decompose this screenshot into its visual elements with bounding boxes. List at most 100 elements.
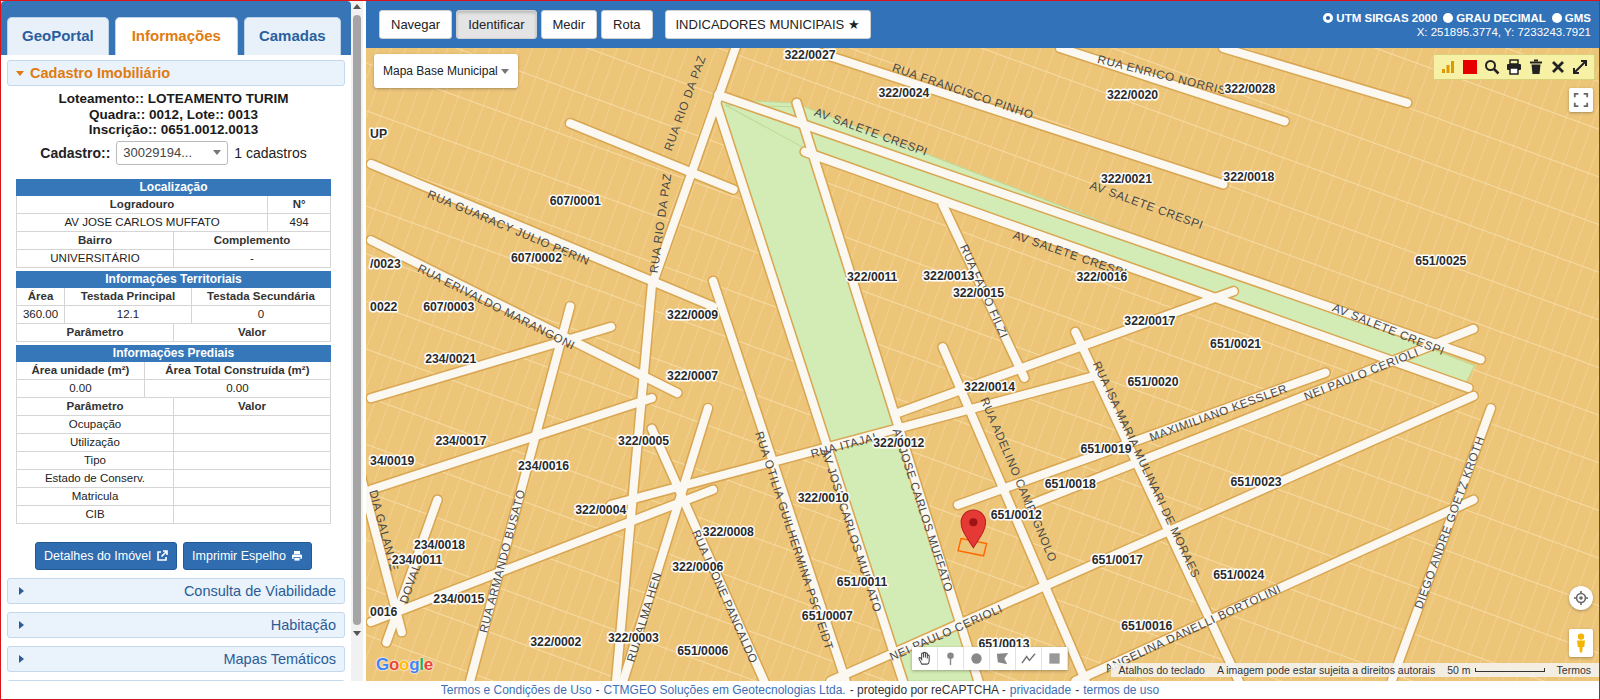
map-drawing[interactable]: RUA FRANCISCO PINHORUA ENRICO NORRISAV S… bbox=[366, 48, 1599, 681]
action-button[interactable]: Imprimir Espelho bbox=[183, 542, 312, 570]
scroll-down-icon[interactable] bbox=[353, 631, 361, 636]
tool-button[interactable]: Navegar bbox=[379, 10, 452, 39]
lot-label[interactable]: 322/0024 bbox=[878, 86, 929, 100]
indicators-button[interactable]: INDICADORES MUNICIPAIS ★ bbox=[665, 10, 871, 39]
coord-radio[interactable]: GRAU DECIMAL bbox=[1443, 12, 1545, 24]
polygon-tool[interactable] bbox=[990, 647, 1016, 670]
lot-label[interactable]: 322/0008 bbox=[703, 525, 754, 539]
close-icon[interactable] bbox=[1550, 59, 1566, 75]
lot-label[interactable]: 651/0024 bbox=[1213, 568, 1264, 582]
lot-label[interactable]: 651/0019 bbox=[1080, 442, 1131, 456]
lot-label[interactable]: 322/0017 bbox=[1124, 314, 1175, 328]
footer-link[interactable]: termos de uso bbox=[1083, 683, 1159, 697]
tool-button[interactable]: Medir bbox=[541, 10, 598, 39]
street-label: ANGELINA DANELLI BORTOLINI bbox=[1103, 582, 1283, 675]
lot-label[interactable]: 322/0005 bbox=[618, 434, 669, 448]
lot-label[interactable]: 651/0017 bbox=[1092, 553, 1143, 567]
lot-label[interactable]: 322/0007 bbox=[667, 369, 718, 383]
lot-label[interactable]: 322/0006 bbox=[672, 560, 723, 574]
lot-label[interactable]: 234/0021 bbox=[425, 352, 476, 366]
lot-label[interactable]: 651/0011 bbox=[837, 575, 888, 589]
lot-label[interactable]: 322/0013 bbox=[923, 269, 974, 283]
print-icon[interactable] bbox=[1506, 59, 1522, 75]
lot-label[interactable]: 651/0021 bbox=[1210, 337, 1261, 351]
lot-label[interactable]: 651/0006 bbox=[677, 644, 728, 658]
signal-icon[interactable] bbox=[1440, 59, 1456, 75]
line-tool[interactable] bbox=[1016, 647, 1042, 670]
lot-label[interactable]: 0016 bbox=[370, 605, 397, 619]
lot-label[interactable]: 651/0020 bbox=[1127, 375, 1178, 389]
lot-label[interactable]: 322/0015 bbox=[953, 286, 1004, 300]
action-button[interactable]: Detalhes do Imóvel bbox=[35, 542, 177, 570]
lot-label[interactable]: 0022 bbox=[370, 301, 397, 315]
lot-label[interactable]: 607/0001 bbox=[550, 194, 601, 208]
marker-tool[interactable] bbox=[938, 647, 964, 670]
accordion-header[interactable]: Consulta de Viabilidade bbox=[7, 578, 345, 604]
lot-label[interactable]: 234/0017 bbox=[435, 434, 486, 448]
lot-label[interactable]: 322/0014 bbox=[964, 380, 1015, 394]
scroll-up-icon[interactable] bbox=[353, 4, 361, 9]
lot-label[interactable]: 322/0012 bbox=[873, 436, 924, 450]
lot-label[interactable]: 234/0018 bbox=[414, 538, 465, 552]
coord-radio[interactable]: GMS bbox=[1552, 12, 1591, 24]
lot-label[interactable]: 322/0020 bbox=[1107, 88, 1158, 102]
rectangle-tool[interactable] bbox=[1042, 647, 1068, 670]
lot-label[interactable]: 234/0016 bbox=[518, 459, 569, 473]
panel-tab[interactable]: Camadas bbox=[244, 17, 341, 55]
lot-label[interactable]: 651/0023 bbox=[1231, 475, 1282, 489]
base-layer-select[interactable]: Mapa Base Municipal bbox=[374, 54, 518, 88]
location-pin-icon[interactable] bbox=[961, 510, 985, 548]
coord-radio[interactable]: UTM SIRGAS 2000 bbox=[1323, 12, 1437, 24]
cadastro-select[interactable]: 30029194... bbox=[116, 141, 228, 165]
tool-button[interactable]: Rota bbox=[601, 10, 652, 39]
lot-label[interactable]: 651/0018 bbox=[1045, 477, 1096, 491]
panel-tab[interactable]: Informações bbox=[115, 17, 238, 55]
terms-link[interactable]: Termos bbox=[1557, 664, 1591, 676]
footer-text: - bbox=[1075, 683, 1079, 697]
circle-tool[interactable] bbox=[964, 647, 990, 670]
color-square-icon[interactable] bbox=[1462, 59, 1478, 75]
lot-label[interactable]: 322/0028 bbox=[1224, 82, 1275, 96]
locate-button[interactable] bbox=[1569, 586, 1593, 610]
keyboard-shortcuts-link[interactable]: Atalhos do teclado bbox=[1119, 664, 1205, 676]
accordion-header[interactable]: Mapas Temáticos bbox=[7, 646, 345, 672]
lot-label[interactable]: 322/0009 bbox=[667, 308, 718, 322]
pan-tool[interactable] bbox=[912, 647, 938, 670]
lot-label[interactable]: 234/0011 bbox=[392, 553, 443, 567]
lot-label[interactable]: 607/0003 bbox=[423, 301, 474, 315]
trash-icon[interactable] bbox=[1528, 59, 1544, 75]
lot-label[interactable]: /0023 bbox=[370, 257, 401, 271]
lot-label[interactable]: 651/0025 bbox=[1415, 254, 1466, 268]
lot-label[interactable]: 322/0021 bbox=[1101, 172, 1152, 186]
lot-label[interactable]: 651/0007 bbox=[802, 609, 853, 623]
expand-icon[interactable] bbox=[1572, 59, 1588, 75]
search-icon[interactable] bbox=[1484, 59, 1500, 75]
lot-label[interactable]: 234/0015 bbox=[433, 592, 484, 606]
lot-label[interactable]: 322/0004 bbox=[575, 503, 626, 517]
google-logo[interactable]: Google bbox=[376, 655, 433, 675]
lot-label[interactable]: 34/0019 bbox=[370, 454, 414, 468]
lot-label[interactable]: 651/0012 bbox=[991, 508, 1042, 522]
fullscreen-button[interactable] bbox=[1569, 88, 1593, 112]
lot-label[interactable]: 322/0016 bbox=[1076, 270, 1127, 284]
lot-label[interactable]: 322/0003 bbox=[608, 631, 659, 645]
lot-label[interactable]: 322/0011 bbox=[847, 270, 898, 284]
footer-link[interactable]: Termos e Condições de Uso bbox=[441, 683, 592, 697]
lot-label[interactable]: 322/0010 bbox=[798, 491, 849, 505]
scrollbar[interactable] bbox=[351, 1, 363, 681]
accordion-header[interactable]: Cadastro Imobiliário bbox=[7, 60, 345, 86]
footer-link[interactable]: privacidade bbox=[1010, 683, 1071, 697]
lot-label[interactable]: 322/0027 bbox=[784, 48, 835, 62]
lot-label[interactable]: UP bbox=[370, 128, 387, 142]
map-canvas[interactable]: RUA FRANCISCO PINHORUA ENRICO NORRISAV S… bbox=[366, 48, 1599, 681]
lot-label[interactable]: 651/0016 bbox=[1121, 619, 1172, 633]
street-view-button[interactable] bbox=[1569, 629, 1593, 657]
footer-link[interactable]: CTMGEO Soluções em Geotecnologias Ltda. bbox=[604, 683, 846, 697]
tool-button[interactable]: Identificar bbox=[456, 10, 536, 39]
lot-label[interactable]: 322/0018 bbox=[1223, 170, 1274, 184]
lot-label[interactable]: 607/0002 bbox=[511, 251, 562, 265]
accordion-header[interactable]: Habitação bbox=[7, 612, 345, 638]
lot-label[interactable]: 322/0002 bbox=[530, 635, 581, 649]
panel-tab[interactable]: GeoPortal bbox=[7, 17, 109, 55]
scroll-thumb[interactable] bbox=[353, 15, 361, 625]
